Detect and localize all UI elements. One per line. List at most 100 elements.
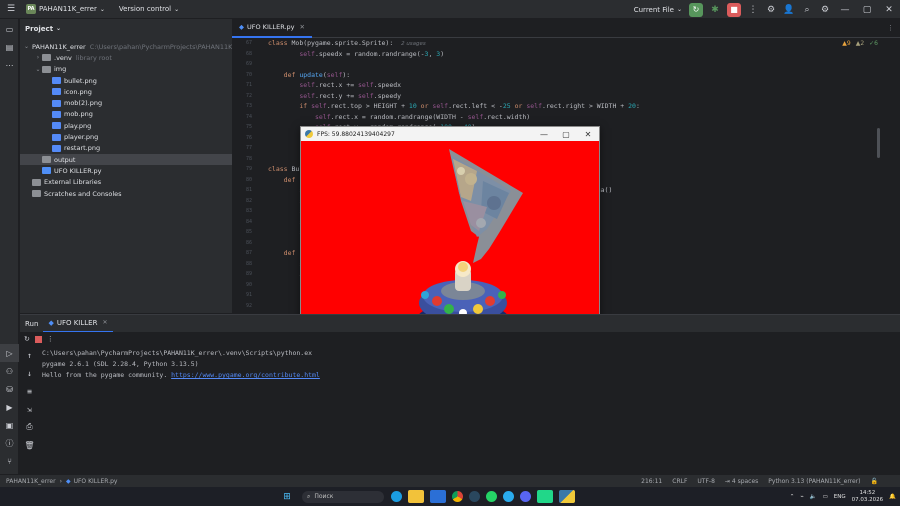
chrome-icon[interactable]: [452, 491, 463, 502]
tree-item[interactable]: icon.png: [20, 86, 232, 97]
caret-position[interactable]: 216:11: [641, 478, 662, 485]
tree-item[interactable]: output: [20, 153, 232, 166]
stop-icon[interactable]: [34, 335, 42, 343]
search-icon[interactable]: ⌕: [798, 0, 816, 19]
close-icon[interactable]: ✕: [102, 319, 107, 326]
breadcrumb-file[interactable]: UFO KILLER.py: [74, 478, 118, 485]
tree-item[interactable]: bullet.png: [20, 75, 232, 86]
tab-run[interactable]: Run: [20, 315, 43, 333]
more-horizontal-icon[interactable]: ⋯: [0, 56, 19, 74]
tree-item[interactable]: restart.png: [20, 143, 232, 154]
scroll-to-end-icon[interactable]: ⇲: [20, 400, 39, 418]
code-text: class Bul: [268, 165, 304, 174]
chevron-down-icon[interactable]: ⌄: [34, 66, 42, 73]
structure-icon[interactable]: ▤: [0, 38, 19, 56]
version-control-menu[interactable]: Version control ⌄: [115, 0, 183, 19]
minimize-icon[interactable]: —: [834, 0, 856, 19]
run-console[interactable]: ↑ ↓ ≡ ⇲ ⎙ 🗑 C:\Users\pahan\PycharmProjec…: [20, 346, 900, 474]
file-encoding[interactable]: UTF-8: [697, 478, 715, 485]
indent-setting[interactable]: ⇥ 4 spaces: [725, 478, 758, 485]
mob-sprite: [449, 149, 523, 263]
tree-item[interactable]: External Libraries: [20, 177, 232, 188]
maximize-icon[interactable]: ▢: [555, 127, 577, 141]
maximize-icon[interactable]: ▢: [856, 0, 878, 19]
chevron-down-icon[interactable]: ⌄: [24, 43, 29, 50]
run-config-selector[interactable]: Current File ⌄: [630, 0, 686, 19]
clock[interactable]: 14:52 07.03.2026: [852, 490, 884, 504]
editor-scrollbar[interactable]: [877, 128, 880, 158]
notifications-icon[interactable]: 🔔: [889, 494, 896, 500]
file-explorer-icon[interactable]: [408, 490, 424, 503]
run-config-label: Current File: [633, 5, 674, 14]
steam-icon[interactable]: [469, 491, 480, 502]
chevron-right-icon[interactable]: ›: [34, 54, 42, 61]
close-icon[interactable]: ✕: [577, 127, 599, 141]
edge-icon[interactable]: [391, 491, 402, 502]
settings-gear-icon[interactable]: ⚙: [816, 0, 834, 19]
tree-item[interactable]: ⌄ img: [20, 64, 232, 75]
tree-item[interactable]: › .venv library root: [20, 52, 232, 63]
debug-icon[interactable]: ✱: [706, 0, 724, 19]
git-icon[interactable]: ⑂: [0, 452, 19, 470]
soft-wrap-icon[interactable]: ≡: [20, 382, 39, 400]
tree-item[interactable]: player.png: [20, 131, 232, 142]
close-icon[interactable]: ✕: [878, 0, 900, 19]
discord-icon[interactable]: [520, 491, 531, 502]
python-packages-icon[interactable]: ⚇: [0, 362, 19, 380]
line-separator[interactable]: CRLF: [672, 478, 687, 485]
line-number: 87: [245, 250, 252, 257]
trash-icon[interactable]: 🗑: [20, 436, 39, 454]
minimize-icon[interactable]: —: [533, 127, 555, 141]
more-vertical-icon[interactable]: ⋮: [47, 335, 54, 343]
tree-item[interactable]: UFO KILLER.py: [20, 165, 232, 176]
python-console-icon[interactable]: ⛁: [0, 380, 19, 398]
run-tool-icon[interactable]: ▷: [0, 344, 19, 362]
rerun-button[interactable]: ↻: [689, 2, 703, 17]
tree-item[interactable]: ⌄ PAHAN11K_errer C:\Users\pahan\PycharmPro…: [20, 41, 251, 52]
hamburger-icon[interactable]: ☰: [0, 0, 22, 19]
arrow-up-icon[interactable]: ↑: [20, 346, 39, 364]
project-selector[interactable]: PA PAHAN11K_errer ⌄: [22, 0, 109, 19]
project-folder-icon[interactable]: ▭: [0, 20, 19, 38]
print-icon[interactable]: ⎙: [20, 418, 39, 436]
stop-button[interactable]: ■: [727, 2, 741, 17]
project-panel-header[interactable]: Project ⌄: [20, 19, 232, 38]
tree-item[interactable]: mob(2).png: [20, 97, 232, 108]
battery-icon[interactable]: ▭: [823, 494, 828, 500]
tab-ufo-killer[interactable]: ◆ UFO KILLER.py ✕: [232, 19, 312, 38]
store-icon[interactable]: [430, 490, 446, 503]
console-line: pygame 2.6.1 (SDL 2.28.4, Python 3.13.5): [42, 360, 199, 368]
tab-run-config[interactable]: ◆ UFO KILLER ✕: [43, 315, 113, 333]
chevron-down-icon: ⌄: [99, 5, 105, 13]
problems-icon[interactable]: ⓘ: [0, 434, 19, 452]
taskbar-search[interactable]: ⌕ Поиск: [302, 490, 384, 503]
image-file-icon: [52, 88, 61, 96]
pycharm-taskbar-icon[interactable]: [537, 490, 553, 503]
windows-start-icon[interactable]: ⊞: [279, 490, 295, 503]
tree-item[interactable]: Scratches and Consoles: [20, 188, 232, 199]
code-with-me-icon[interactable]: 👤: [780, 0, 798, 19]
whatsapp-icon[interactable]: [486, 491, 497, 502]
more-vertical-icon[interactable]: ⋮: [744, 0, 762, 19]
terminal-icon[interactable]: ▣: [0, 416, 19, 434]
arrow-down-icon[interactable]: ↓: [20, 364, 39, 382]
telegram-icon[interactable]: [503, 491, 514, 502]
ai-assistant-icon[interactable]: ⚙: [762, 0, 780, 19]
language-indicator[interactable]: ENG: [834, 494, 846, 500]
lock-icon[interactable]: 🔓: [871, 478, 878, 485]
volume-icon[interactable]: 🔈: [810, 494, 817, 500]
image-file-icon: [52, 122, 61, 130]
services-icon[interactable]: ▶: [0, 398, 19, 416]
breadcrumb-project[interactable]: PAHAN11K_errer: [6, 478, 56, 485]
close-icon[interactable]: ✕: [300, 23, 305, 31]
rerun-icon[interactable]: ↻: [24, 335, 30, 343]
interpreter-selector[interactable]: Python 3.13 (PAHAN11K_errer): [768, 478, 860, 485]
more-vertical-icon[interactable]: ⋮: [887, 24, 894, 32]
network-icon[interactable]: ⌁: [800, 494, 803, 500]
folder-icon: [42, 65, 51, 73]
tree-item[interactable]: play.png: [20, 120, 232, 131]
pygame-contribute-link[interactable]: https://www.pygame.org/contribute.html: [171, 371, 320, 379]
python-taskbar-icon[interactable]: [559, 490, 575, 503]
tree-item[interactable]: mob.png: [20, 109, 232, 120]
chevron-up-icon[interactable]: ⌃: [790, 494, 795, 500]
